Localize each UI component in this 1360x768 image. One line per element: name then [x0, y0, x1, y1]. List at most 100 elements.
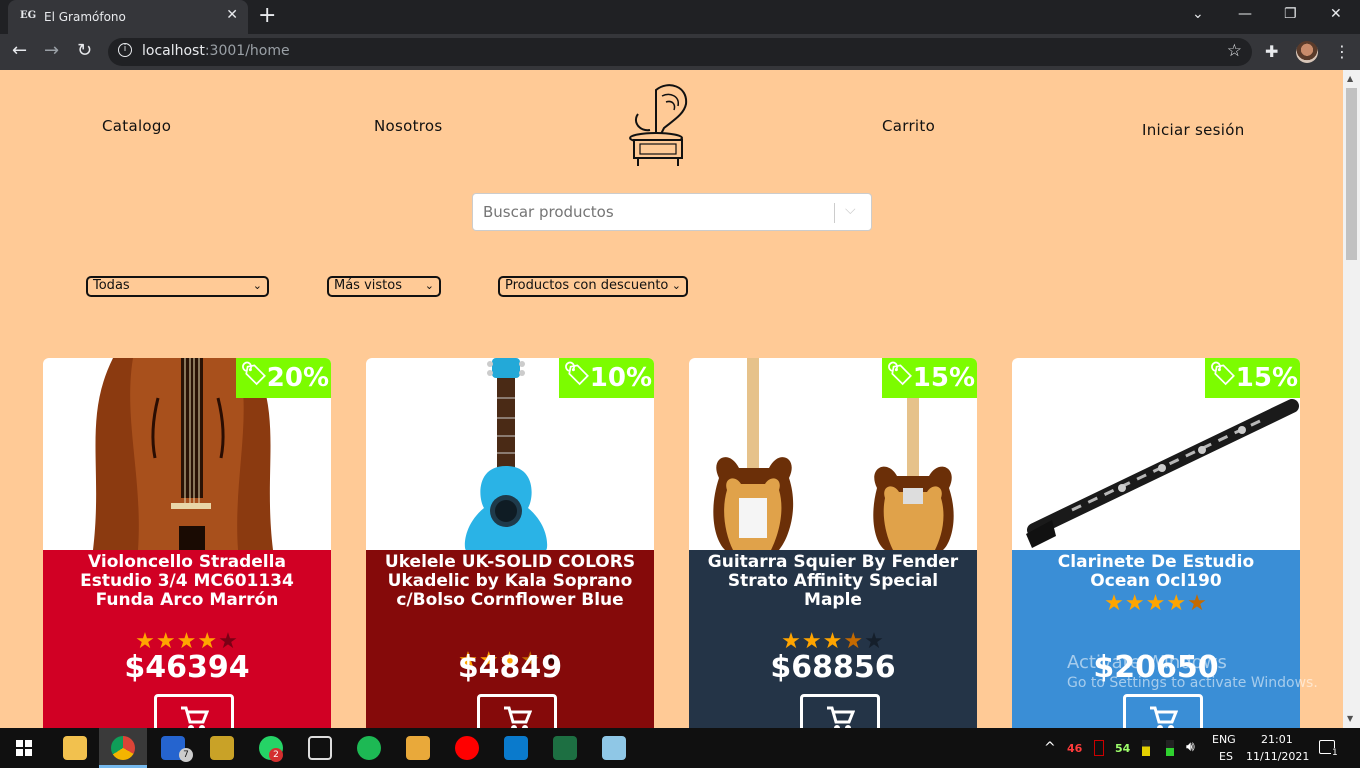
back-icon[interactable]: ← [12, 40, 27, 61]
cart-icon [827, 706, 855, 728]
product-card[interactable]: 🏷 15% Guitarra Squier By Fender Strato A… [689, 358, 977, 728]
discount-select-value: Productos con descuento [505, 278, 669, 293]
nav-catalog-link[interactable]: Catalogo [102, 117, 171, 135]
forward-icon[interactable]: → [44, 40, 59, 61]
reload-icon[interactable]: ↻ [77, 40, 92, 61]
tray-meter-icon [1166, 740, 1174, 756]
scroll-up-icon[interactable]: ▲ [1347, 74, 1353, 83]
product-card[interactable]: 🏷 20% Violoncello Stradella Estudio 3/4 … [43, 358, 331, 728]
gramophone-logo[interactable] [626, 80, 692, 168]
tag-icon: 🏷 [563, 362, 591, 387]
nav-about-link[interactable]: Nosotros [374, 117, 443, 135]
category-select[interactable]: Todas ⌄ [86, 276, 269, 297]
discount-percent: 15% [1235, 363, 1298, 393]
app-launcher-icon[interactable] [406, 736, 430, 760]
product-name[interactable]: Ukelele UK-SOLID COLORS Ukadelic by Kala… [380, 553, 640, 610]
whatsapp-badge: 2 [269, 748, 283, 762]
chevron-down-icon: ⌄ [424, 279, 434, 292]
vscode-icon[interactable] [504, 736, 528, 760]
add-to-cart-button[interactable] [800, 694, 880, 728]
star-icon: ★ [1145, 591, 1167, 616]
spotify-icon[interactable] [357, 736, 381, 760]
tab-close-icon[interactable]: ✕ [226, 7, 238, 23]
url-text: localhost:3001/home [142, 43, 290, 59]
star-icon: ★ [1104, 591, 1125, 616]
extensions-icon[interactable]: ✚ [1265, 42, 1278, 61]
game-bar-icon[interactable] [308, 736, 332, 760]
discount-badge: 🏷 15% [1205, 358, 1300, 398]
address-bar[interactable]: i localhost:3001/home ☆ [108, 38, 1252, 66]
excel-icon[interactable] [553, 736, 577, 760]
sort-select[interactable]: Más vistos ⌄ [327, 276, 441, 297]
search-select[interactable]: Buscar productos ⌵ [472, 193, 872, 231]
page-content: Catalogo Nosotros Carrito Iniciar sesión… [0, 70, 1343, 728]
watermark-subtitle: Go to Settings to activate Windows. [1067, 675, 1318, 691]
chevron-down-icon[interactable]: ⌵ [845, 202, 856, 218]
cart-icon [181, 706, 209, 728]
notification-count: 1 [1331, 748, 1339, 758]
activate-windows-watermark: Activate Windows Go to Settings to activ… [1067, 652, 1318, 691]
close-window-button[interactable]: ✕ [1330, 6, 1342, 22]
chevron-down-icon: ⌄ [671, 279, 681, 292]
add-to-cart-button[interactable] [154, 694, 234, 728]
product-price: $68856 [770, 650, 896, 685]
clock-time[interactable]: 21:01 [1261, 733, 1293, 746]
discount-percent: 10% [589, 363, 652, 393]
scrollbar-thumb[interactable] [1346, 88, 1357, 260]
sort-select-value: Más vistos [334, 278, 402, 293]
browser-tab[interactable]: EG El Gramófono ✕ [8, 0, 248, 34]
discount-percent: 15% [912, 363, 975, 393]
menu-icon[interactable]: ⋮ [1334, 42, 1350, 61]
category-select-value: Todas [93, 278, 130, 293]
tray-chevron-up-icon[interactable]: ^ [1044, 740, 1056, 756]
tray-meter-icon [1142, 740, 1150, 756]
file-explorer-icon[interactable] [63, 736, 87, 760]
star-icon: ★ [1124, 591, 1146, 616]
snipping-tool-icon[interactable] [602, 736, 626, 760]
windows-start-icon[interactable] [16, 740, 32, 756]
clock-date[interactable]: 11/11/2021 [1246, 750, 1309, 763]
minimize-button[interactable]: — [1238, 6, 1252, 22]
volume-icon[interactable]: 🔊︎ [1186, 739, 1195, 755]
rating-stars: ★★★★★ [1012, 591, 1300, 616]
maximize-button[interactable]: ❐ [1284, 6, 1297, 22]
tray-gpu-temp: 54 [1115, 742, 1131, 755]
chrome-icon[interactable] [111, 736, 135, 760]
nav-cart-link[interactable]: Carrito [882, 117, 935, 135]
tab-title: El Gramófono [44, 10, 126, 24]
chevron-down-icon: ⌄ [252, 279, 262, 292]
discount-select[interactable]: Productos con descuento ⌄ [498, 276, 688, 297]
search-placeholder: Buscar productos [483, 203, 614, 221]
add-to-cart-button[interactable] [1123, 694, 1203, 728]
product-name[interactable]: Clarinete De Estudio Ocean Ocl190 [1026, 553, 1286, 591]
add-to-cart-button[interactable] [477, 694, 557, 728]
tab-search-icon[interactable]: ⌄ [1192, 6, 1204, 22]
product-price: $46394 [124, 650, 250, 685]
url-host: localhost [142, 43, 205, 59]
profile-avatar[interactable] [1296, 41, 1318, 63]
tag-icon: 🏷 [886, 362, 914, 387]
star-icon: ★ [1166, 591, 1188, 616]
language-bottom[interactable]: ES [1219, 750, 1233, 763]
tray-cpu-temp: 46 [1067, 742, 1083, 755]
discount-badge: 🏷 20% [236, 358, 331, 398]
product-card[interactable]: 🏷 10% Ukelele UK-SOLID COLORS Ukadelic b… [366, 358, 654, 728]
sticky-notes-icon[interactable] [210, 736, 234, 760]
new-tab-button[interactable]: + [258, 3, 276, 28]
site-info-icon[interactable]: i [118, 43, 132, 57]
product-name[interactable]: Guitarra Squier By Fender Strato Affinit… [703, 553, 963, 610]
tag-icon: 🏷 [1209, 362, 1237, 387]
star-half-icon: ★ [1187, 591, 1208, 616]
language-top[interactable]: ENG [1212, 733, 1236, 746]
page-scrollbar[interactable]: ▲ ▼ [1343, 70, 1360, 728]
search-separator [834, 203, 835, 223]
nav-login-link[interactable]: Iniciar sesión [1142, 121, 1245, 139]
tray-meter-icon [1094, 740, 1104, 756]
product-name[interactable]: Violoncello Stradella Estudio 3/4 MC6011… [57, 553, 317, 610]
scroll-down-icon[interactable]: ▼ [1347, 714, 1353, 723]
discount-badge: 🏷 10% [559, 358, 654, 398]
youtube-music-icon[interactable] [455, 736, 479, 760]
cart-icon [1150, 706, 1178, 728]
product-price: $4849 [457, 650, 563, 685]
bookmark-star-icon[interactable]: ☆ [1227, 41, 1242, 61]
